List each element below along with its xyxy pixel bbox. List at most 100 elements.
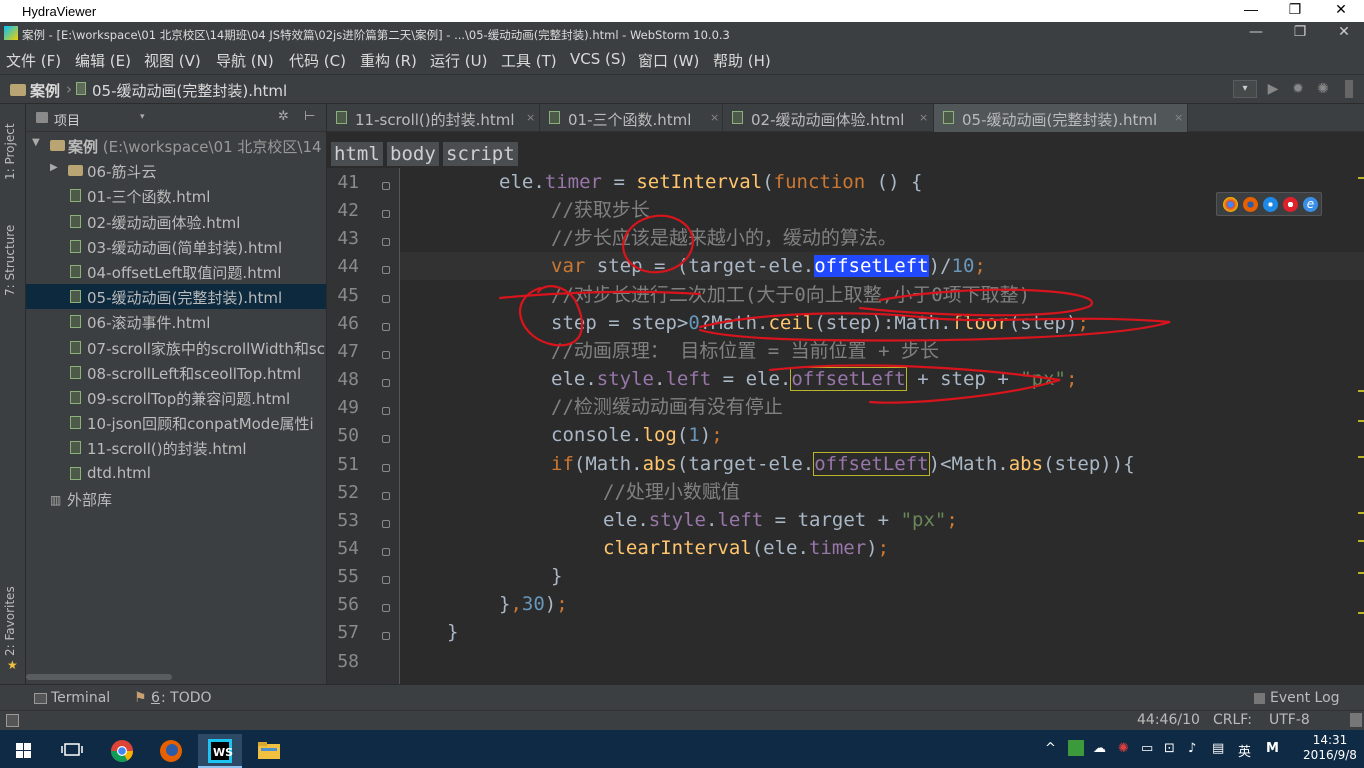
opera-icon[interactable]: [1283, 197, 1298, 212]
viewer-close-button[interactable]: ✕: [1318, 1, 1364, 21]
ime-mode[interactable]: M: [1266, 741, 1279, 756]
battery-icon[interactable]: ▭: [1141, 741, 1153, 756]
tree-file-item[interactable]: 11-scroll()的封装.html: [26, 435, 326, 460]
code-line[interactable]: [400, 647, 1364, 675]
coverage-icon[interactable]: ✺: [1315, 81, 1331, 97]
menu-run[interactable]: 运行 (U): [430, 50, 487, 71]
event-log-tab[interactable]: Event Log: [1270, 690, 1340, 706]
code-line[interactable]: console.log(1);: [400, 421, 1364, 449]
code-line[interactable]: step = step>0?Math.ceil(step):Math.floor…: [400, 309, 1364, 337]
menu-file[interactable]: 文件 (F): [6, 50, 61, 71]
tab-easing-demo[interactable]: 02-缓动动画体验.html ×: [723, 104, 934, 132]
tray-app-icon[interactable]: [1068, 740, 1084, 756]
menu-view[interactable]: 视图 (V): [144, 50, 201, 71]
tree-file-item[interactable]: 09-scrollTop的兼容问题.html: [26, 385, 326, 410]
gear-icon[interactable]: ✲: [278, 109, 289, 124]
tool-tab-structure[interactable]: 7: Structure: [3, 225, 17, 296]
fold-marker-icon[interactable]: [382, 576, 390, 585]
tool-windows-toggle-icon[interactable]: [6, 714, 19, 727]
code-editor[interactable]: ele.timer = setInterval(function () {//获…: [400, 168, 1364, 684]
editor-gutter[interactable]: ● 414243444546474849505152535455565758: [327, 168, 413, 684]
tree-file-item[interactable]: 04-offsetLeft取值问题.html: [26, 259, 326, 284]
menu-tools[interactable]: 工具 (T): [501, 50, 557, 71]
tool-tab-favorites[interactable]: 2: Favorites: [3, 586, 17, 656]
network-icon[interactable]: ⊡: [1164, 741, 1175, 756]
windows-start-button[interactable]: [2, 734, 46, 768]
code-line[interactable]: },30);: [400, 590, 1364, 618]
tree-library-item[interactable]: ▥ 外部库: [26, 486, 326, 511]
tool-tab-project[interactable]: 1: Project: [3, 123, 17, 180]
close-icon[interactable]: ×: [919, 111, 928, 124]
close-icon[interactable]: ×: [1174, 111, 1183, 124]
fold-marker-icon[interactable]: [382, 547, 390, 556]
close-icon[interactable]: ×: [710, 111, 719, 124]
fold-marker-icon[interactable]: [382, 210, 390, 219]
lock-icon[interactable]: [1350, 713, 1362, 727]
fold-marker-icon[interactable]: [382, 238, 390, 247]
code-line[interactable]: //动画原理： 目标位置 = 当前位置 + 步长: [400, 337, 1364, 365]
tab-three-functions[interactable]: 01-三个函数.html ×: [540, 104, 723, 132]
menu-edit[interactable]: 编辑 (E): [75, 50, 131, 71]
tree-folder-item[interactable]: ▶ 06-筋斗云: [26, 158, 326, 183]
code-line[interactable]: //处理小数赋值: [400, 478, 1364, 506]
todo-tab[interactable]: : TODO: [161, 690, 212, 706]
file-encoding[interactable]: UTF-8: [1269, 712, 1310, 728]
fold-marker-icon[interactable]: [382, 407, 390, 416]
ime-language[interactable]: 英: [1238, 741, 1251, 760]
code-line[interactable]: if(Math.abs(target-ele.offsetLeft)<Math.…: [400, 450, 1364, 478]
fold-marker-icon[interactable]: [382, 294, 390, 303]
hide-panel-icon[interactable]: ⊢: [304, 109, 315, 124]
breadcrumb-html[interactable]: html: [331, 142, 383, 166]
chrome-icon[interactable]: [1223, 197, 1238, 212]
fold-marker-icon[interactable]: [382, 350, 390, 359]
expanded-arrow-icon[interactable]: ▼: [32, 137, 40, 148]
tree-file-item[interactable]: 10-json回顾和conpatMode属性i: [26, 410, 326, 435]
viewer-maximize-button[interactable]: ❐: [1272, 1, 1318, 21]
menu-help[interactable]: 帮助 (H): [713, 50, 771, 71]
collapsed-arrow-icon[interactable]: ▶: [50, 162, 58, 173]
close-icon[interactable]: ×: [526, 111, 535, 124]
tab-scroll-wrapper[interactable]: 11-scroll()的封装.html ×: [327, 104, 540, 132]
line-separator[interactable]: CRLF:: [1213, 712, 1252, 728]
fold-marker-icon[interactable]: [382, 463, 390, 472]
run-icon[interactable]: ▶: [1265, 81, 1281, 97]
terminal-tab[interactable]: Terminal: [51, 690, 110, 706]
code-line[interactable]: ele.style.left = target + "px";: [400, 506, 1364, 534]
tree-file-item[interactable]: 08-scrollLeft和sceollTop.html: [26, 360, 326, 385]
tree-file-item[interactable]: 06-滚动事件.html: [26, 309, 326, 334]
todo-number[interactable]: 6: [151, 690, 160, 706]
caret-position[interactable]: 44:46/10: [1137, 712, 1200, 728]
fold-marker-icon[interactable]: [382, 519, 390, 528]
tab-easing-full[interactable]: 05-缓动动画(完整封装).html ×: [934, 104, 1188, 132]
breadcrumb-script[interactable]: script: [443, 142, 518, 166]
cloud-icon[interactable]: ☁: [1093, 741, 1106, 756]
chevron-down-icon[interactable]: ▾: [140, 112, 145, 122]
viewer-minimize-button[interactable]: —: [1228, 1, 1274, 21]
tree-file-item[interactable]: 07-scroll家族中的scrollWidth和sc: [26, 335, 326, 360]
file-explorer-taskbar-button[interactable]: [247, 734, 291, 768]
code-line[interactable]: }: [400, 562, 1364, 590]
fold-marker-icon[interactable]: [382, 322, 390, 331]
tree-file-item[interactable]: 01-三个函数.html: [26, 183, 326, 208]
fold-marker-icon[interactable]: [382, 182, 390, 190]
system-clock[interactable]: 14:31 2016/9/8: [1296, 733, 1364, 763]
window-restore-button[interactable]: ❐: [1280, 24, 1320, 40]
tree-file-item[interactable]: dtd.html: [26, 461, 326, 486]
chrome-taskbar-button[interactable]: [100, 734, 144, 768]
breadcrumb-body[interactable]: body: [387, 142, 439, 166]
fold-marker-icon[interactable]: [382, 604, 390, 613]
code-line[interactable]: //对步长进行二次加工(大于0向上取整,小于0项下取整): [400, 281, 1364, 309]
nav-file[interactable]: 05-缓动动画(完整封装).html: [92, 80, 287, 101]
notification-icon[interactable]: ▤: [1212, 741, 1224, 756]
tree-file-item[interactable]: 02-缓动动画体验.html: [26, 209, 326, 234]
tray-expand-icon[interactable]: ^: [1045, 741, 1056, 756]
code-line[interactable]: clearInterval(ele.timer);: [400, 534, 1364, 562]
menu-vcs[interactable]: VCS (S): [570, 50, 626, 68]
firefox-icon[interactable]: [1243, 197, 1258, 212]
tree-file-item[interactable]: 03-缓动动画(简单封装).html: [26, 234, 326, 259]
toolbar-overflow-icon[interactable]: [1345, 80, 1353, 98]
fold-marker-icon[interactable]: [382, 379, 390, 388]
menu-refactor[interactable]: 重构 (R): [360, 50, 417, 71]
fold-marker-icon[interactable]: [382, 266, 390, 275]
menu-navigate[interactable]: 导航 (N): [216, 50, 274, 71]
